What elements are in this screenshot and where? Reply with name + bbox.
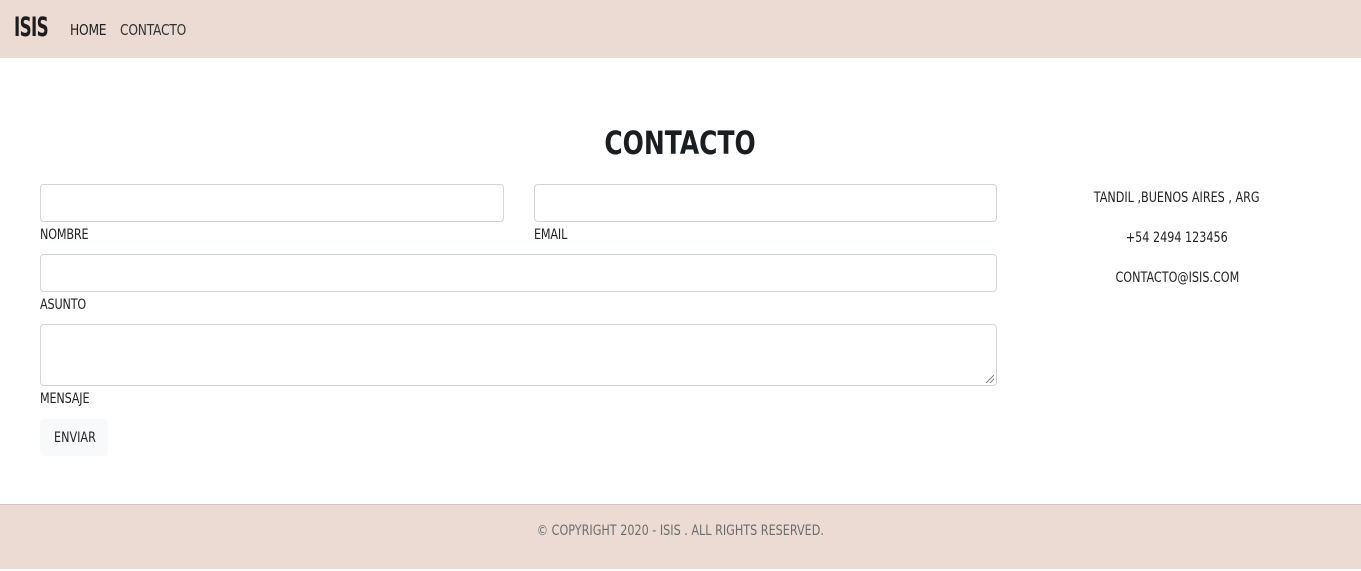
contact-email: CONTACTO@ISIS.COM bbox=[1057, 269, 1297, 287]
contact-address: TANDIL ,BUENOS AIRES , ARG bbox=[1057, 189, 1297, 207]
enviar-button-label: ENVIAR bbox=[54, 430, 96, 446]
brand-logo[interactable]: ISIS bbox=[14, 12, 49, 43]
page-title-text: CONTACTO bbox=[604, 124, 757, 162]
asunto-label: ASUNTO bbox=[40, 297, 87, 313]
resize-handle-icon[interactable] bbox=[986, 375, 994, 383]
contact-phone-text: +54 2494 123456 bbox=[1125, 230, 1229, 246]
asunto-input[interactable] bbox=[40, 254, 997, 292]
mensaje-textarea[interactable] bbox=[40, 324, 997, 386]
email-input[interactable] bbox=[534, 184, 997, 222]
nav-link-contacto[interactable]: CONTACTO bbox=[120, 21, 186, 39]
footer: © COPYRIGHT 2020 - ISIS . ALL RIGHTS RES… bbox=[0, 504, 1361, 569]
contact-email-text: CONTACTO@ISIS.COM bbox=[1115, 270, 1239, 286]
nombre-input[interactable] bbox=[40, 184, 504, 222]
nombre-label: NOMBRE bbox=[40, 227, 89, 243]
footer-copyright-text: © COPYRIGHT 2020 - ISIS . ALL RIGHTS RES… bbox=[536, 523, 825, 539]
enviar-button[interactable]: ENVIAR bbox=[40, 419, 108, 456]
mensaje-label: MENSAJE bbox=[40, 391, 90, 407]
page-title: CONTACTO bbox=[0, 124, 1361, 162]
email-label: EMAIL bbox=[534, 227, 568, 243]
contact-phone: +54 2494 123456 bbox=[1057, 229, 1297, 247]
footer-copyright: © COPYRIGHT 2020 - ISIS . ALL RIGHTS RES… bbox=[0, 522, 1361, 540]
nav-link-home[interactable]: HOME bbox=[70, 21, 107, 39]
navbar: ISIS HOME CONTACTO bbox=[0, 0, 1361, 58]
contact-address-text: TANDIL ,BUENOS AIRES , ARG bbox=[1094, 190, 1260, 206]
